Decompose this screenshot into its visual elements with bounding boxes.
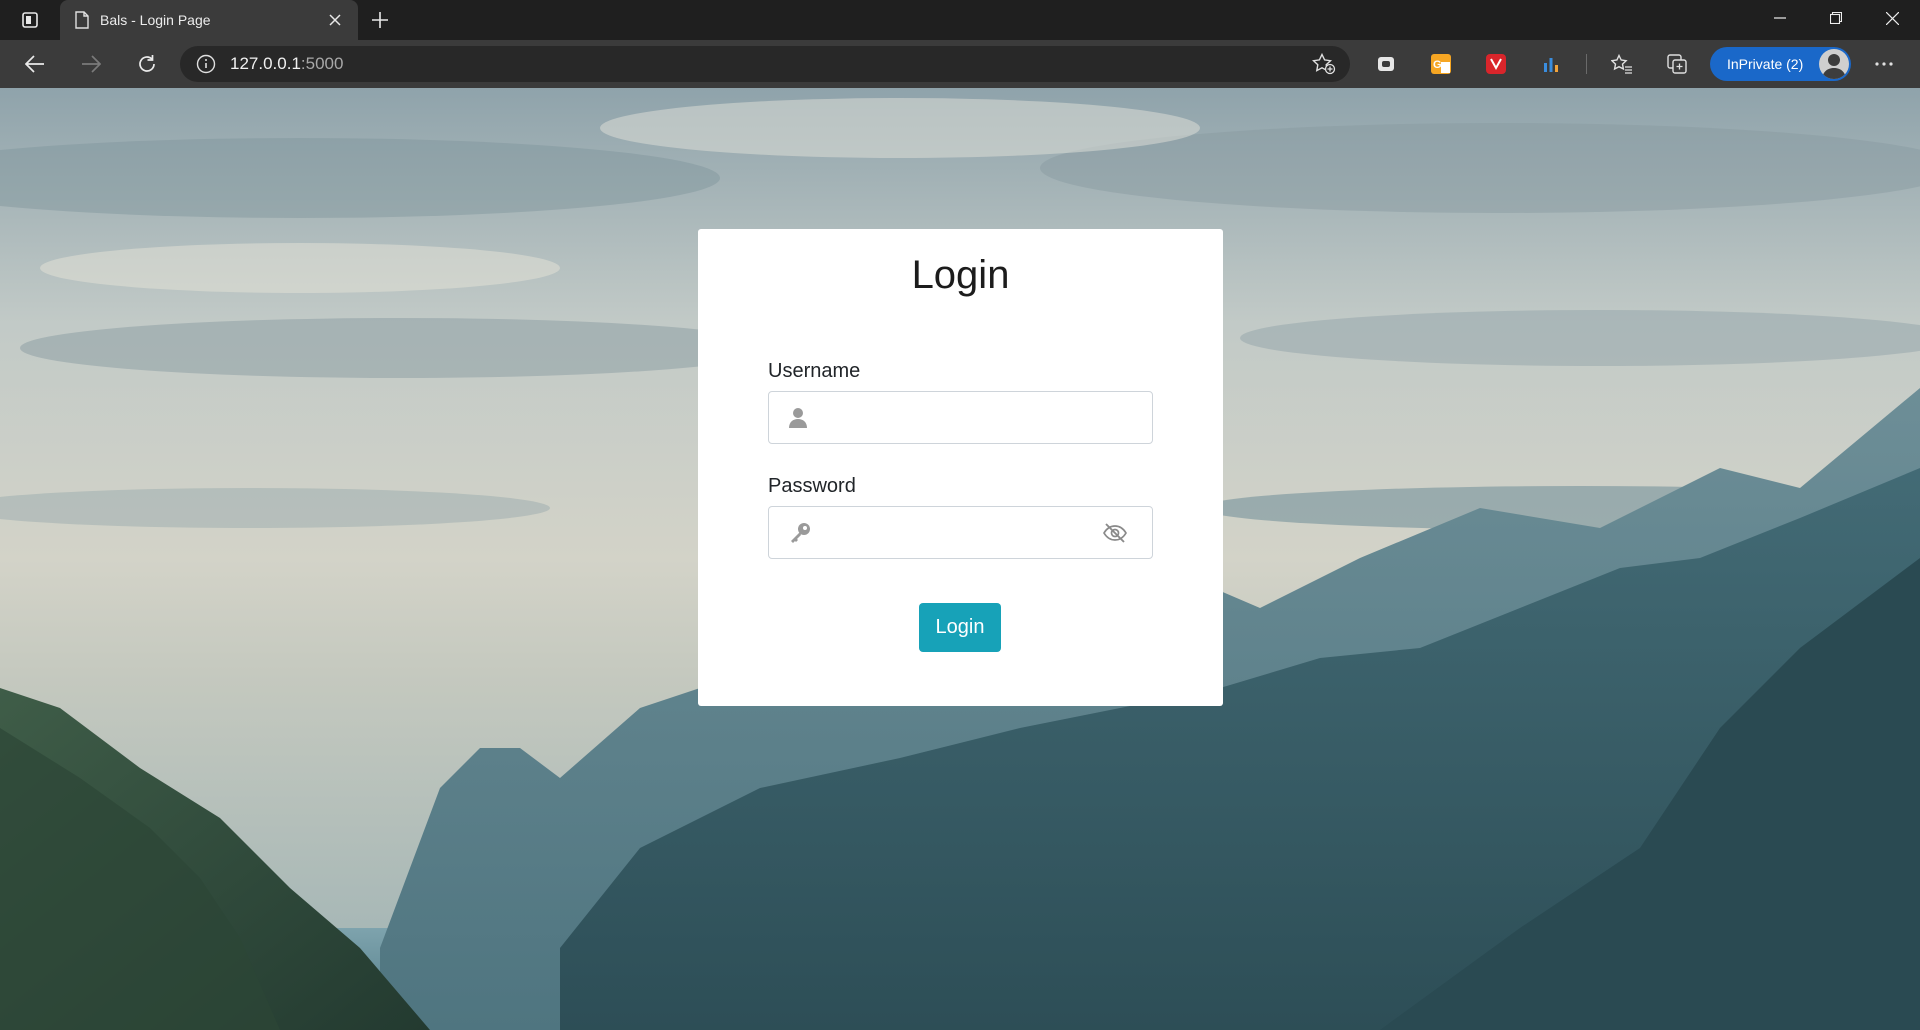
login-card: Login Username Password Login [698, 229, 1223, 706]
password-field [768, 506, 1153, 559]
address-bar[interactable]: 127.0.0.1:5000 [180, 46, 1350, 82]
extension-stats-button[interactable] [1535, 48, 1567, 80]
collections-icon [1667, 54, 1687, 74]
star-add-icon [1311, 52, 1336, 75]
extension-translate-button[interactable]: G [1425, 48, 1457, 80]
arrow-left-icon [25, 55, 44, 73]
toolbar-separator [1586, 54, 1587, 74]
login-button[interactable]: Login [919, 603, 1001, 652]
restore-icon [1830, 12, 1842, 24]
url-host: 127.0.0.1 [230, 54, 301, 73]
new-tab-button[interactable] [358, 0, 402, 40]
username-input[interactable] [817, 392, 1087, 443]
forward-button[interactable] [63, 40, 119, 88]
extension-shield-button[interactable] [1480, 48, 1512, 80]
refresh-icon [139, 55, 155, 72]
minimize-button[interactable] [1752, 0, 1808, 36]
bar-chart-icon [1544, 58, 1558, 72]
collections-button[interactable] [1661, 48, 1693, 80]
user-icon [789, 407, 807, 434]
close-window-button[interactable] [1864, 0, 1920, 36]
active-tab[interactable]: Bals - Login Page [60, 0, 358, 40]
favorites-button[interactable] [1606, 48, 1638, 80]
password-label: Password [768, 475, 856, 497]
inprivate-label: InPrivate (2) [1727, 56, 1804, 72]
refresh-button[interactable] [119, 40, 175, 88]
minimize-icon [1774, 17, 1786, 19]
username-label: Username [768, 360, 861, 382]
plus-icon [372, 12, 388, 28]
tab-actions-button[interactable] [0, 0, 60, 40]
shield-icon [1486, 54, 1506, 74]
key-icon [789, 522, 811, 549]
restore-button[interactable] [1808, 0, 1864, 36]
username-field [768, 391, 1153, 444]
more-icon [1875, 62, 1893, 66]
url-port: :5000 [300, 54, 344, 73]
close-icon [1885, 11, 1899, 25]
info-icon [196, 54, 216, 74]
eye-slash-icon [1103, 523, 1127, 543]
page-title: Login [911, 253, 1010, 297]
password-input[interactable] [817, 507, 1087, 558]
avatar [1819, 49, 1849, 79]
back-button[interactable] [7, 40, 63, 88]
toggle-password-visibility-button[interactable] [1102, 522, 1128, 549]
page-viewport: Login Username Password Login [0, 88, 1920, 1030]
arrow-right-icon [82, 55, 101, 73]
extension-1-button[interactable] [1370, 48, 1402, 80]
tab-strip: Bals - Login Page [0, 0, 1920, 40]
favorites-star-icon [1611, 54, 1632, 74]
close-icon [329, 14, 341, 26]
tab-actions-icon [22, 12, 38, 28]
window-controls [1752, 0, 1920, 36]
url-text: 127.0.0.1:5000 [230, 54, 343, 74]
add-favorite-button[interactable] [1311, 52, 1336, 80]
browser-toolbar: 127.0.0.1:5000 G [0, 40, 1920, 88]
profile-icon [1822, 54, 1846, 79]
close-tab-button[interactable] [324, 9, 346, 31]
svg-text:G: G [1433, 59, 1442, 71]
extension-box-icon [1378, 57, 1394, 71]
translate-icon: G [1431, 54, 1451, 74]
tab-title: Bals - Login Page [100, 12, 211, 28]
inprivate-button[interactable]: InPrivate (2) [1710, 47, 1851, 81]
settings-more-button[interactable] [1868, 48, 1900, 80]
page-icon [75, 11, 89, 29]
